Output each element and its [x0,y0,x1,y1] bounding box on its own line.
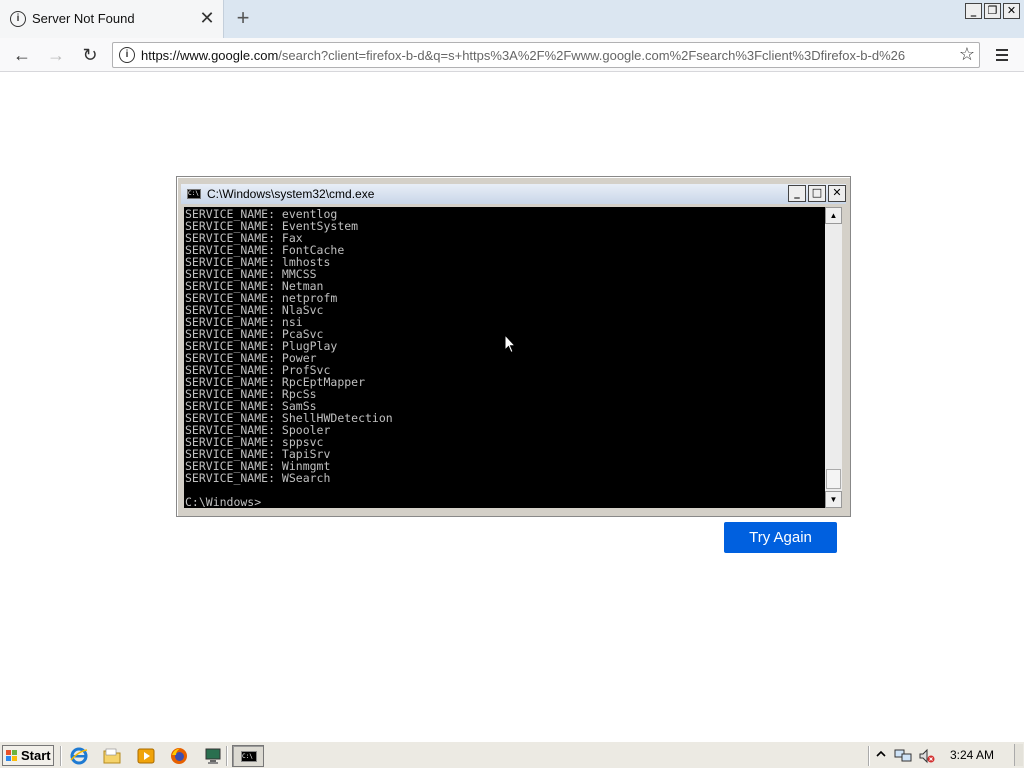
window-controls: _ ❐ ✕ [965,3,1020,19]
firefox-icon[interactable] [170,747,188,765]
mouse-pointer-icon [504,334,516,354]
back-button[interactable]: ← [10,43,34,67]
restore-button[interactable]: ❐ [984,3,1001,19]
folder-icon[interactable] [103,747,121,765]
network-icon[interactable] [894,748,912,764]
url-host: https://www.google.com [141,48,279,63]
tab-title: Server Not Found [32,11,135,26]
cmd-title-bar[interactable]: C:\ C:\Windows\system32\cmd.exe _ □ ✕ [181,184,846,204]
url-path: /search?client=firefox-b-d&q=s+https%3A%… [278,48,906,63]
close-window-button[interactable]: ✕ [1003,3,1020,19]
scroll-up-icon[interactable]: ▲ [825,207,842,224]
show-desktop-button[interactable] [1014,744,1023,766]
remote-desktop-icon[interactable] [204,747,222,765]
cmd-scrollbar[interactable]: ▲ ▼ [825,207,842,508]
info-icon: i [10,11,26,27]
start-label: Start [21,748,51,763]
system-tray: 3:24 AM [868,745,1022,767]
taskbar-separator [226,746,228,766]
show-hidden-icons-chevron-icon[interactable] [876,749,886,761]
bookmark-star-icon[interactable]: ☆ [959,44,975,65]
cmd-close-button[interactable]: ✕ [828,185,846,202]
tab-server-not-found[interactable]: i Server Not Found ✕ [0,0,224,38]
tab-close-icon[interactable]: ✕ [199,8,215,28]
cmd-icon: C:\ [241,751,257,762]
tray-separator [868,746,870,766]
taskbar-cmd-task[interactable]: C:\ [232,745,264,767]
url-text[interactable]: https://www.google.com/search?client=fir… [141,48,951,63]
cmd-maximize-button[interactable]: □ [808,185,826,202]
scroll-thumb[interactable] [826,469,841,489]
console-output[interactable]: SERVICE_NAME: eventlog SERVICE_NAME: Eve… [184,207,825,508]
reload-button[interactable]: ↻ [78,43,102,67]
try-again-button[interactable]: Try Again [724,522,837,553]
volume-muted-icon[interactable] [918,748,936,764]
internet-explorer-icon[interactable] [70,747,88,765]
cmd-icon: C:\ [187,189,201,199]
navigation-toolbar: ← → ↻ i https://www.google.com/search?cl… [0,38,1024,72]
cmd-minimize-button[interactable]: _ [788,185,806,202]
taskbar-separator [60,746,62,766]
console-line: SERVICE_NAME: WSearch [185,471,331,485]
new-tab-button[interactable]: + [233,6,253,30]
console-prompt: C:\Windows> [185,495,262,508]
console-text: SERVICE_NAME: eventlog SERVICE_NAME: Eve… [185,208,393,508]
hamburger-menu-icon[interactable] [990,43,1014,67]
taskbar: Start C:\ 3:24 AM [0,741,1024,768]
clock[interactable]: 3:24 AM [950,748,994,762]
scroll-down-icon[interactable]: ▼ [825,491,842,508]
cmd-window-controls: _ □ ✕ [788,185,846,202]
start-button[interactable]: Start [2,745,54,766]
windows-logo-icon [6,750,18,762]
site-info-icon[interactable]: i [119,47,135,63]
media-player-icon[interactable] [137,747,155,765]
tab-bar: i Server Not Found ✕ + _ ❐ ✕ [0,0,1024,38]
forward-button[interactable]: → [44,43,68,67]
minimize-button[interactable]: _ [965,3,982,19]
address-bar[interactable]: i https://www.google.com/search?client=f… [112,42,980,68]
cmd-title: C:\Windows\system32\cmd.exe [207,187,375,201]
